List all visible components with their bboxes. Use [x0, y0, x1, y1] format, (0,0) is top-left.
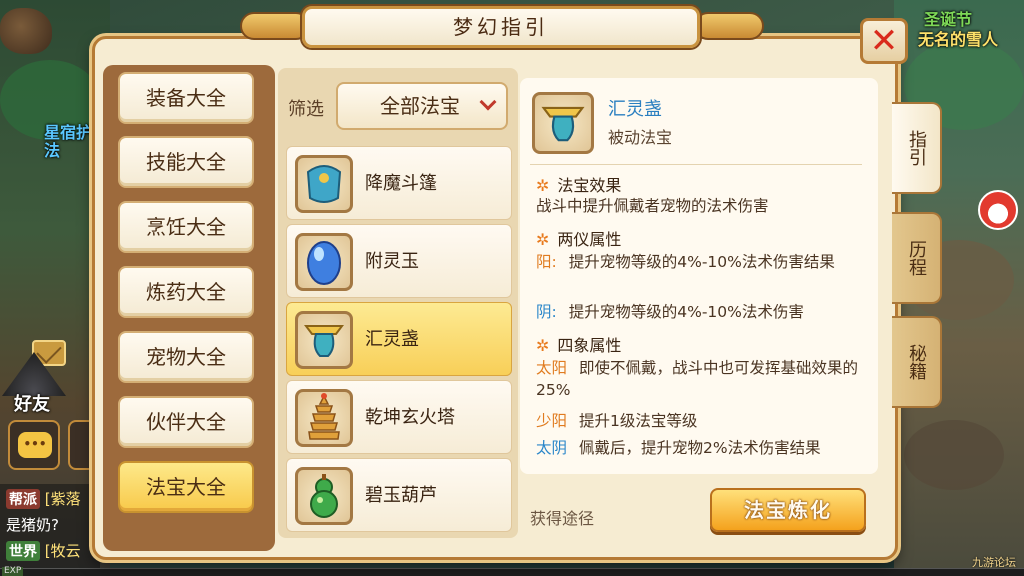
shaoyang-label: 少阳 — [536, 412, 568, 430]
category-equipment[interactable]: 装备大全 — [118, 72, 254, 124]
yin-attribute: 阴: 提升宠物等级的4%-10%法术伤害 — [536, 301, 866, 323]
npc-character[interactable] — [0, 8, 52, 54]
obtain-route-label[interactable]: 获得途径 — [530, 505, 594, 529]
chevron-down-icon — [479, 93, 497, 111]
yin-label: 阴: — [536, 303, 557, 321]
yang-attribute: 阳: 提升宠物等级的4%-10%法术伤害结果 — [536, 251, 866, 273]
detail-treasure-name: 汇灵盏 — [608, 99, 662, 120]
shaoyang-attribute: 少阳 提升1级法宝等级 — [536, 410, 866, 432]
detail-treasure-type: 被动法宝 — [608, 128, 673, 147]
filter-selected-value: 全部法宝 — [380, 94, 460, 118]
treasure-name: 乾坤玄火塔 — [365, 407, 455, 428]
tab-history[interactable]: 历程 — [892, 212, 942, 304]
chat-panel[interactable]: 帮派 [紫落 是猪奶? 世界 [牧云 — [0, 484, 100, 576]
star-icon: ✲ — [536, 336, 550, 355]
gourd-icon — [295, 467, 353, 525]
treasure-name: 降魔斗篷 — [365, 173, 437, 194]
chat-line-text: [牧云 — [44, 542, 81, 560]
chat-channel-tag: 世界 — [6, 541, 40, 561]
blue-jade-icon — [295, 233, 353, 291]
chat-line: 世界 [牧云 — [6, 540, 81, 561]
lamp-icon — [295, 311, 353, 369]
treasure-list-item[interactable]: 附灵玉 — [286, 224, 512, 298]
exp-bar — [0, 568, 1024, 576]
taiyin-attribute: 太阴 佩戴后，提升宠物2%法术伤害结果 — [536, 437, 866, 459]
friends-label[interactable]: 好友 — [14, 390, 50, 416]
category-pets[interactable]: 宠物大全 — [118, 331, 254, 383]
yin-text: 提升宠物等级的4%-10%法术伤害 — [568, 303, 804, 321]
treasure-list-item[interactable]: 碧玉葫芦 — [286, 458, 512, 532]
category-skills[interactable]: 技能大全 — [118, 136, 254, 188]
tab-guide[interactable]: 指引 — [892, 102, 942, 194]
star-icon: ✲ — [536, 230, 550, 249]
category-partners[interactable]: 伙伴大全 — [118, 396, 254, 448]
chat-line-text: 是猪奶? — [6, 516, 59, 534]
taiyang-label: 太阳 — [536, 359, 568, 377]
close-icon: ✕ — [869, 21, 899, 61]
title-ornament-left — [240, 12, 310, 40]
section-effect-text: 战斗中提升佩戴者宠物的法术伤害 — [536, 197, 769, 215]
npc-name-label[interactable]: 无名的雪人 — [918, 26, 998, 50]
category-cooking[interactable]: 烹饪大全 — [118, 201, 254, 253]
treasure-name: 附灵玉 — [365, 251, 419, 272]
treasure-name: 碧玉葫芦 — [365, 485, 437, 506]
filter-label: 筛选 — [288, 99, 324, 120]
section-two-title: ✲ 两仪属性 — [536, 230, 622, 249]
section-four-title: ✲ 四象属性 — [536, 336, 622, 355]
chat-line-text: [紫落 — [44, 490, 81, 508]
dialog-title: 梦幻指引 — [453, 15, 549, 39]
chat-channel-tag: 帮派 — [6, 489, 40, 509]
watermark-logo: 九游论坛 — [972, 556, 1016, 569]
refine-treasure-button[interactable]: 法宝炼化 — [710, 488, 866, 532]
treasure-list-item[interactable]: 汇灵盏 — [286, 302, 512, 376]
pagoda-icon — [295, 389, 353, 447]
category-treasures[interactable]: 法宝大全 — [118, 461, 254, 513]
taiyin-label: 太阴 — [536, 439, 568, 457]
taiyin-text: 佩戴后，提升宠物2%法术伤害结果 — [579, 439, 821, 457]
treasure-name: 汇灵盏 — [365, 329, 419, 350]
left-npc-name-label[interactable]: 星宿护法 — [44, 124, 92, 160]
title-banner: 梦幻指引 — [302, 6, 700, 48]
tab-secrets[interactable]: 秘籍 — [892, 316, 942, 408]
star-icon: ✲ — [536, 176, 550, 195]
treasure-list-item[interactable]: 降魔斗篷 — [286, 146, 512, 220]
close-button[interactable]: ✕ — [860, 18, 908, 64]
yang-text: 提升宠物等级的4%-10%法术伤害结果 — [568, 253, 835, 271]
cloak-icon — [295, 155, 353, 213]
taiyang-text: 即使不佩戴，战斗中也可发挥基础效果的25% — [536, 359, 859, 399]
yang-label: 阳: — [536, 253, 557, 271]
santa-event-icon[interactable] — [978, 190, 1018, 230]
chat-line: 是猪奶? — [6, 514, 59, 535]
detail-divider — [530, 164, 862, 165]
shaoyang-text: 提升1级法宝等级 — [579, 412, 698, 430]
exp-label: EXP — [2, 566, 24, 576]
section-effect-title: ✲ 法宝效果 — [536, 176, 622, 195]
category-alchemy[interactable]: 炼药大全 — [118, 266, 254, 318]
scene-rocks — [904, 420, 1004, 490]
lamp-icon — [532, 92, 594, 154]
taiyang-attribute: 太阳 即使不佩戴，战斗中也可发挥基础效果的25% — [536, 357, 866, 401]
treasure-list-item[interactable]: 乾坤玄火塔 — [286, 380, 512, 454]
chat-line: 帮派 [紫落 — [6, 488, 81, 509]
title-ornament-right — [694, 12, 764, 40]
filter-dropdown[interactable]: 全部法宝 — [336, 82, 508, 130]
chat-button[interactable] — [8, 420, 60, 470]
